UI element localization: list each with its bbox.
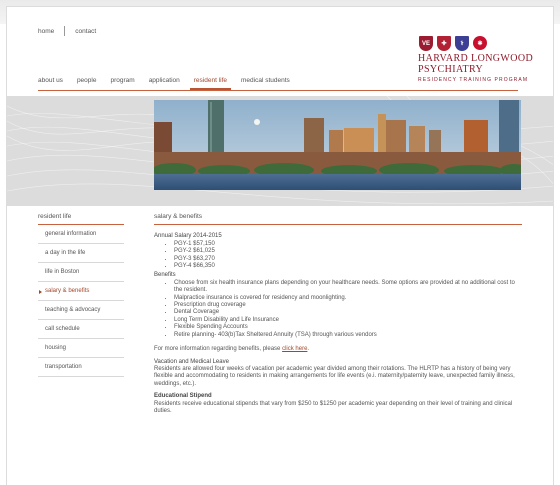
sidebar-item-life-in-boston[interactable]: life in Boston [38,263,124,282]
sidebar-item-teaching-advocacy[interactable]: teaching & advocacy [38,301,124,320]
list-item: Flexible Spending Accounts [174,324,522,331]
boston-skyline-photo [154,100,521,190]
list-item: PGY-1 $57,150 [174,241,522,248]
sidebar-item-call-schedule[interactable]: call schedule [38,320,124,339]
salary-heading: Annual Salary 2014-2015 [154,233,222,240]
benefits-list: Choose from six health insurance plans d… [154,280,522,339]
list-item: Dental Coverage [174,309,522,316]
nav-divider [38,90,518,91]
salary-list: PGY-1 $57,150 PGY-2 $61,025 PGY-3 $63,27… [154,241,522,271]
vacation-text: Residents are allowed four weeks of vaca… [154,365,515,387]
list-item: Prescription drug coverage [174,302,522,309]
stipend-text: Residents receive educational stipends t… [154,400,513,414]
sidebar-item-transportation[interactable]: transportation [38,358,124,377]
sidebar-item-housing[interactable]: housing [38,339,124,358]
harvard-shield-icon: VE [419,36,433,51]
benefits-heading: Benefits [154,272,176,279]
sidebar-title: resident life [38,213,124,225]
nav-application[interactable]: application [149,77,180,88]
page-container: home contact VE ✚ ⚕ ✱ HARVARD LONGWOOD P… [6,6,554,485]
list-item: Malpractice insurance is covered for res… [174,295,522,302]
bidmc-shield-icon: ✚ [437,36,451,51]
logo-subtitle: RESIDENCY TRAINING PROGRAM [418,77,529,83]
home-link[interactable]: home [38,28,54,35]
list-item: Choose from six health insurance plans d… [174,280,522,295]
banner [7,96,553,206]
cross-emblem-icon: ✱ [473,36,487,50]
main-nav: about us people program application resi… [38,77,338,90]
sidebar-item-general-information[interactable]: general information [38,225,124,244]
nav-people[interactable]: people [77,77,97,88]
logo-title-line2: PSYCHIATRY [418,64,484,75]
sidebar: resident life general information a day … [38,213,124,377]
list-item: PGY-4 $66,350 [174,263,522,270]
more-info-text: For more information regarding benefits,… [154,346,522,353]
logo-shields: VE ✚ ⚕ ✱ [419,36,538,51]
nav-about-us[interactable]: about us [38,77,63,88]
logo-title-line1: HARVARD LONGWOOD [418,53,534,64]
nav-medical-students[interactable]: medical students [241,77,290,88]
vacation-heading: Vacation and Medical Leave [154,358,229,365]
main-content: salary & benefits Annual Salary 2014-201… [154,213,522,415]
nav-resident-life[interactable]: resident life [189,77,232,90]
more-info-prefix: For more information regarding benefits,… [154,346,283,353]
list-item: Long Term Disability and Life Insurance [174,317,522,324]
utility-divider [64,26,66,36]
site-logo[interactable]: VE ✚ ⚕ ✱ HARVARD LONGWOOD PSYCHIATRY RES… [418,36,538,86]
page-title: salary & benefits [154,213,522,226]
stipend-heading: Educational Stipend [154,393,212,400]
list-item: Retire planning- 403(b)Tax Sheltered Ann… [174,332,522,339]
mmhc-shield-icon: ⚕ [455,36,469,51]
more-info-suffix: . [307,346,310,353]
sidebar-item-a-day-in-the-life[interactable]: a day in the life [38,244,124,263]
benefits-click-here-link[interactable]: click here [282,346,307,352]
nav-program[interactable]: program [110,77,134,88]
list-item: PGY-3 $63,270 [174,256,522,263]
contact-link[interactable]: contact [75,28,96,35]
list-item: PGY-2 $61,025 [174,248,522,255]
sidebar-item-salary-benefits[interactable]: salary & benefits [38,282,124,301]
utility-nav: home contact [38,26,96,36]
